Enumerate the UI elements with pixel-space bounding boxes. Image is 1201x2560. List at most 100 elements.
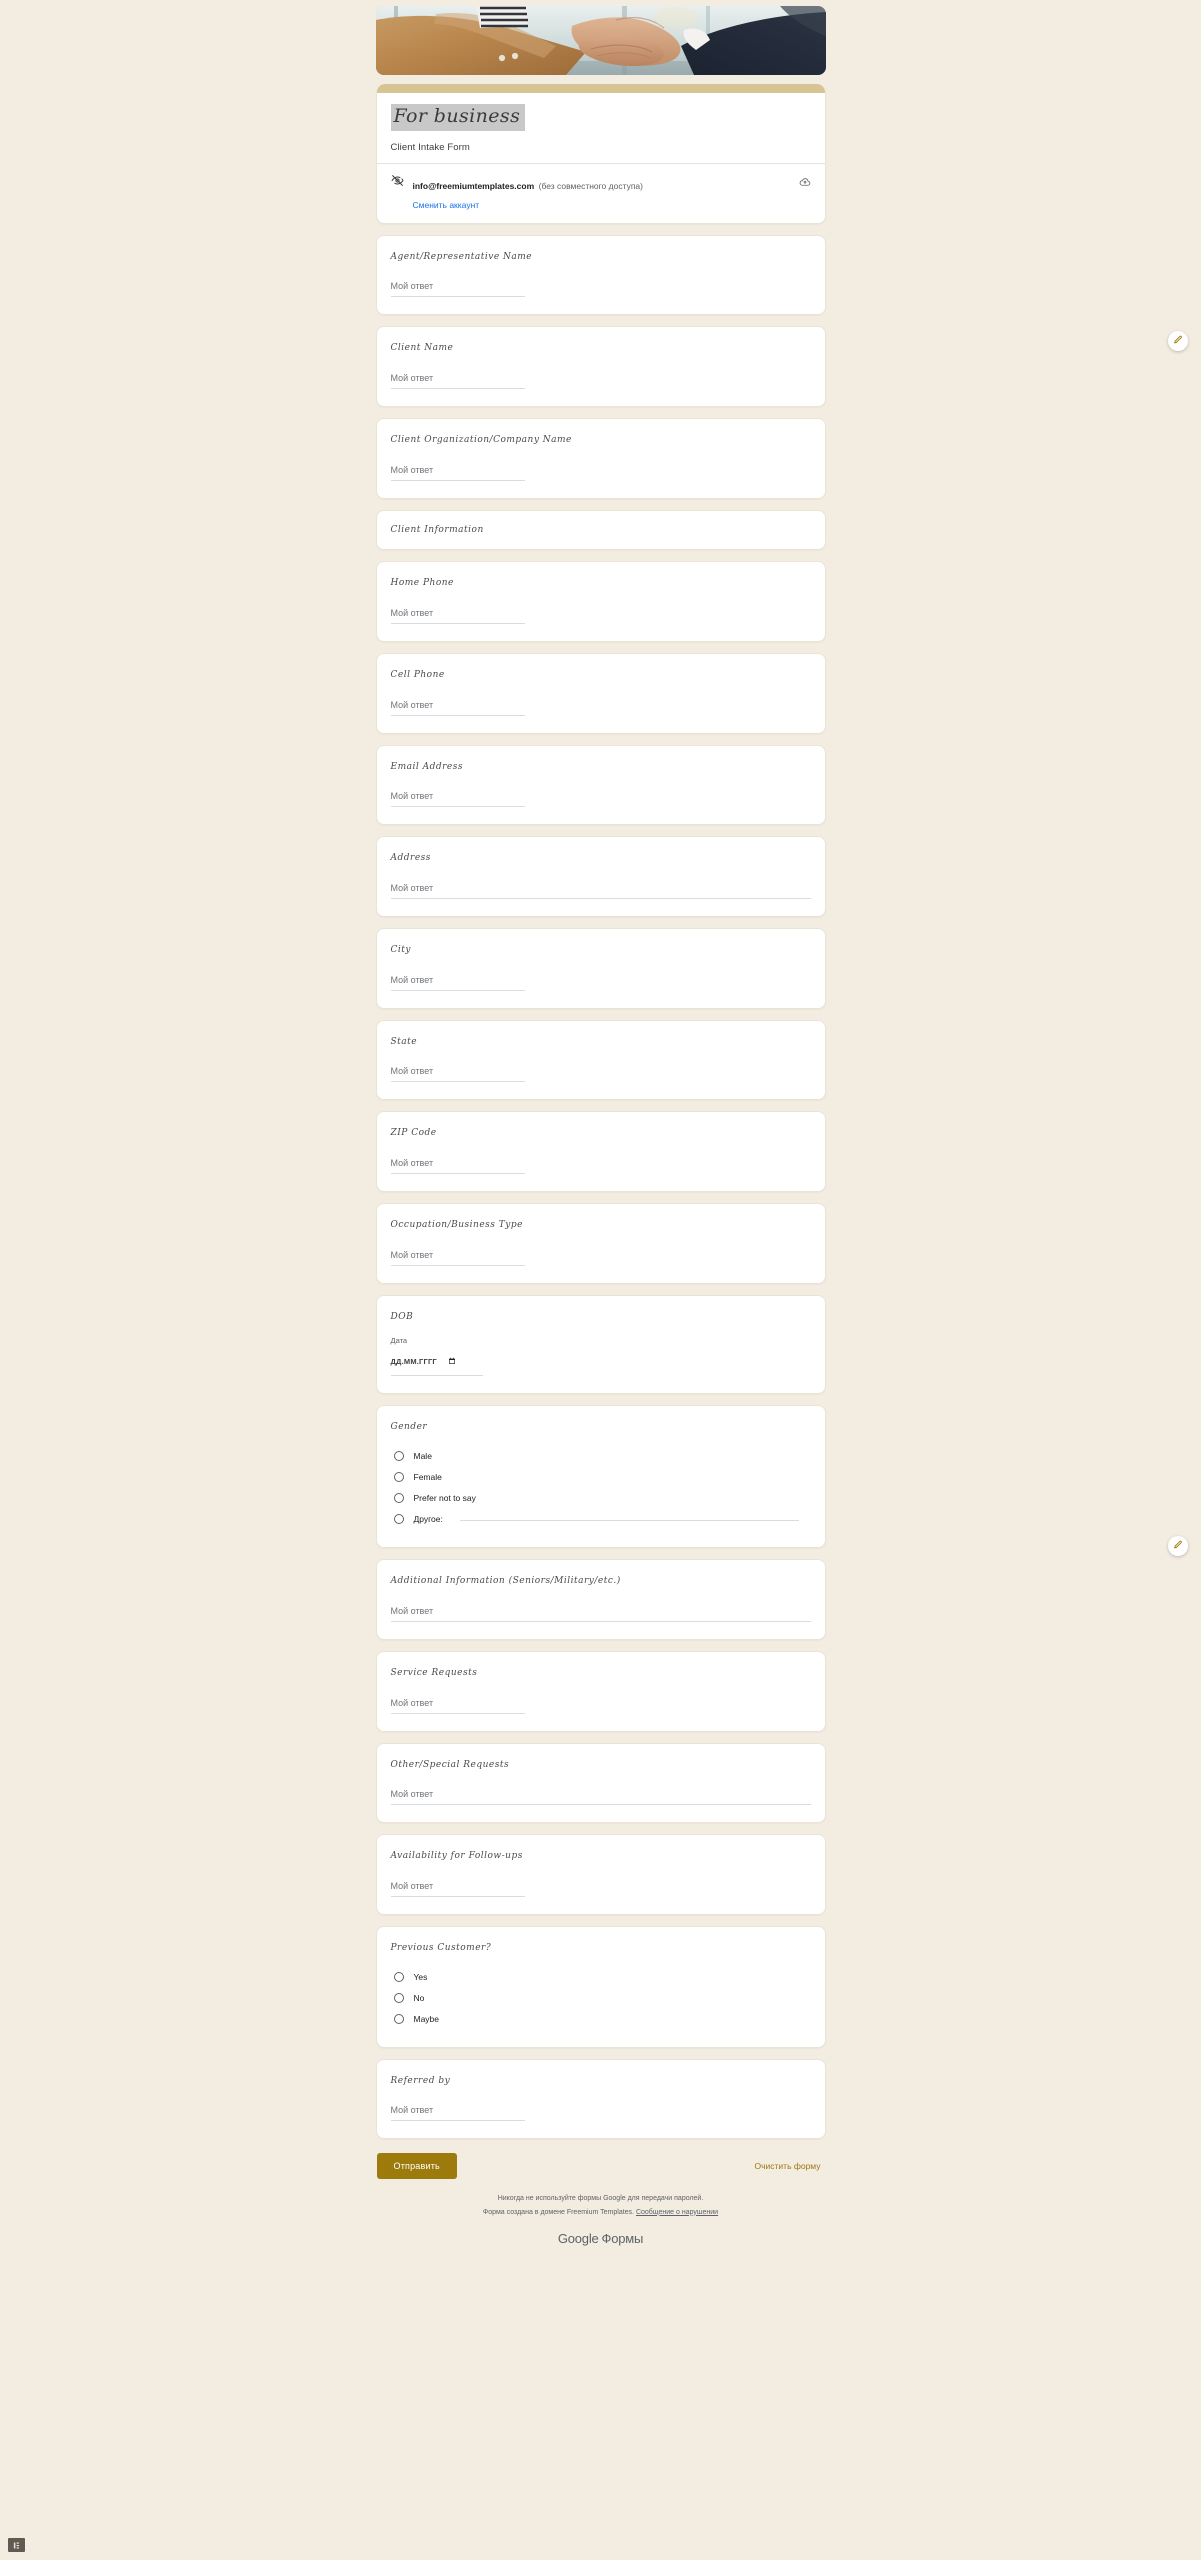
form-actions: Отправить Очистить форму [376, 2153, 826, 2180]
date-input[interactable]: ДД.ММ.ГГГГ [390, 1352, 483, 1377]
radio-option[interactable]: Male [391, 1446, 811, 1467]
answer-input-agent-name[interactable]: Мой ответ [390, 281, 525, 298]
question-card-client-information: Client Information [375, 509, 826, 551]
question-body: Email Address Мой ответ [377, 746, 825, 825]
radio-option[interactable]: Maybe [391, 2009, 811, 2030]
input-underline [390, 1804, 811, 1806]
answer-input-additional-info[interactable]: Мой ответ [390, 1605, 811, 1622]
answer-input-city[interactable]: Мой ответ [390, 975, 525, 991]
form-header-card: For business Client Intake Form info@fre… [375, 84, 826, 224]
pencil-edit-icon [1173, 332, 1183, 350]
question-body: Previous Customer? Yes No Maybe [377, 1927, 825, 2047]
question-body: City Мой ответ [377, 929, 825, 1008]
answer-placeholder: Мой ответ [390, 1066, 434, 1077]
question-body: Client Information [377, 511, 825, 550]
question-card-gender: Gender Male Female Prefer not to say Другое: [375, 1405, 826, 1549]
answer-input-cell-phone[interactable]: Мой ответ [390, 700, 525, 716]
input-underline [390, 622, 525, 624]
radio-circle-icon [393, 1992, 404, 2003]
submit-button[interactable]: Отправить [376, 2153, 457, 2180]
question-card-client-name: Client Name Мой ответ [375, 326, 826, 407]
answer-input-client-org[interactable]: Мой ответ [390, 465, 525, 481]
question-body: ZIP Code Мой ответ [377, 1112, 825, 1191]
input-underline [390, 387, 525, 389]
answer-placeholder: Мой ответ [390, 607, 434, 618]
question-body: DOB Дата ДД.ММ.ГГГГ [377, 1296, 825, 1394]
input-underline [390, 296, 525, 298]
answer-input-availability-followups[interactable]: Мой ответ [390, 1881, 525, 1897]
question-body: Client Name Мой ответ [377, 327, 825, 406]
question-label: Availability for Follow-ups [390, 1851, 523, 1862]
browser-corner-icon[interactable] [8, 2538, 25, 2552]
radio-option-other[interactable]: Другое: [391, 1509, 811, 1530]
edit-form-fab-bottom[interactable] [1168, 1536, 1188, 1556]
question-card-service-requests: Service Requests Мой ответ [375, 1650, 826, 1732]
question-card-additional-info: Additional Information (Seniors/Military… [375, 1559, 826, 1640]
radio-option[interactable]: No [391, 1988, 811, 2009]
answer-input-address[interactable]: Мой ответ [390, 883, 811, 899]
radio-option-label: Prefer not to say [413, 1493, 476, 1504]
answer-placeholder: Мой ответ [390, 1605, 434, 1616]
question-body: Availability for Follow-ups Мой ответ [377, 1835, 825, 1914]
account-info: info@freemiumtemplates.com (без совместн… [413, 173, 790, 212]
answer-input-service-requests[interactable]: Мой ответ [390, 1698, 525, 1714]
question-card-other-special-requests: Other/Special Requests Мой ответ [375, 1742, 826, 1824]
switch-account-link[interactable]: Сменить аккаунт [413, 199, 790, 212]
domain-note-row: Форма создана в домене Freemium Template… [376, 2206, 826, 2219]
radio-option[interactable]: Prefer not to say [391, 1488, 811, 1509]
answer-input-home-phone[interactable]: Мой ответ [390, 607, 525, 624]
google-forms-logo: Google Формы [376, 2231, 826, 2246]
question-card-state: State Мой ответ [375, 1019, 826, 1101]
question-card-email-address: Email Address Мой ответ [375, 744, 826, 826]
radio-option-label: Yes [413, 1971, 428, 1982]
question-label: State [390, 1036, 418, 1047]
question-card-city: City Мой ответ [375, 928, 826, 1009]
question-label: Referred by [390, 2075, 451, 2086]
question-card-occupation: Occupation/Business Type Мой ответ [375, 1203, 826, 1284]
question-label: ZIP Code [390, 1128, 437, 1139]
password-warning: Никогда не используйте формы Google для … [497, 2195, 704, 2203]
cloud-upload-icon[interactable] [799, 173, 811, 193]
input-underline [390, 989, 525, 991]
answer-input-other-special-requests[interactable]: Мой ответ [390, 1789, 811, 1806]
question-label: Additional Information (Seniors/Military… [390, 1576, 621, 1587]
calendar-icon[interactable] [448, 1352, 456, 1370]
edit-form-fab-top[interactable] [1168, 331, 1188, 351]
radio-circle-icon [393, 2013, 404, 2024]
logo-forms-text: Формы [601, 2230, 644, 2246]
radio-option[interactable]: Yes [391, 1967, 811, 1988]
question-label: Occupation/Business Type [390, 1220, 523, 1231]
answer-placeholder: Мой ответ [390, 1158, 434, 1169]
question-body: State Мой ответ [377, 1021, 825, 1100]
answer-placeholder: Мой ответ [390, 281, 434, 292]
questions-list: Agent/Representative Name Мой ответ Client… [375, 234, 826, 2140]
question-label: Email Address [390, 761, 463, 772]
question-body: Other/Special Requests Мой ответ [377, 1744, 825, 1823]
answer-input-email-address[interactable]: Мой ответ [390, 791, 525, 808]
question-label: DOB [390, 1311, 414, 1322]
radio-option-label: No [413, 1992, 425, 2003]
account-row: info@freemiumtemplates.com (без совместн… [376, 162, 825, 223]
question-label: Client Organization/Company Name [390, 434, 572, 445]
google-forms-page: For business Client Intake Form info@fre… [0, 0, 1201, 2560]
answer-input-client-name[interactable]: Мой ответ [390, 373, 525, 389]
report-abuse-link[interactable]: Сообщение о нарушении [636, 2209, 718, 2216]
radio-circle-icon [393, 1493, 404, 1504]
radio-option[interactable]: Female [391, 1467, 811, 1488]
form-header-body: For business Client Intake Form [377, 93, 825, 163]
answer-input-zip-code[interactable]: Мой ответ [390, 1158, 525, 1175]
radio-other-label: Другое: [413, 1514, 443, 1525]
other-text-input[interactable] [459, 1520, 799, 1522]
question-card-home-phone: Home Phone Мой ответ [375, 561, 826, 642]
radio-group-previous-customer: Yes No Maybe [391, 1967, 811, 2030]
answer-input-occupation[interactable]: Мой ответ [390, 1250, 525, 1266]
page-title: For business [390, 104, 526, 131]
input-underline [390, 1620, 811, 1622]
clear-form-link[interactable]: Очистить форму [751, 2156, 825, 2176]
radio-circle-icon [393, 1451, 404, 1462]
question-label: Address [390, 853, 431, 864]
answer-input-state[interactable]: Мой ответ [390, 1066, 525, 1083]
answer-input-referred-by[interactable]: Мой ответ [390, 2105, 525, 2122]
form-banner-image [375, 6, 826, 75]
page-glyph-icon [13, 2542, 20, 2548]
